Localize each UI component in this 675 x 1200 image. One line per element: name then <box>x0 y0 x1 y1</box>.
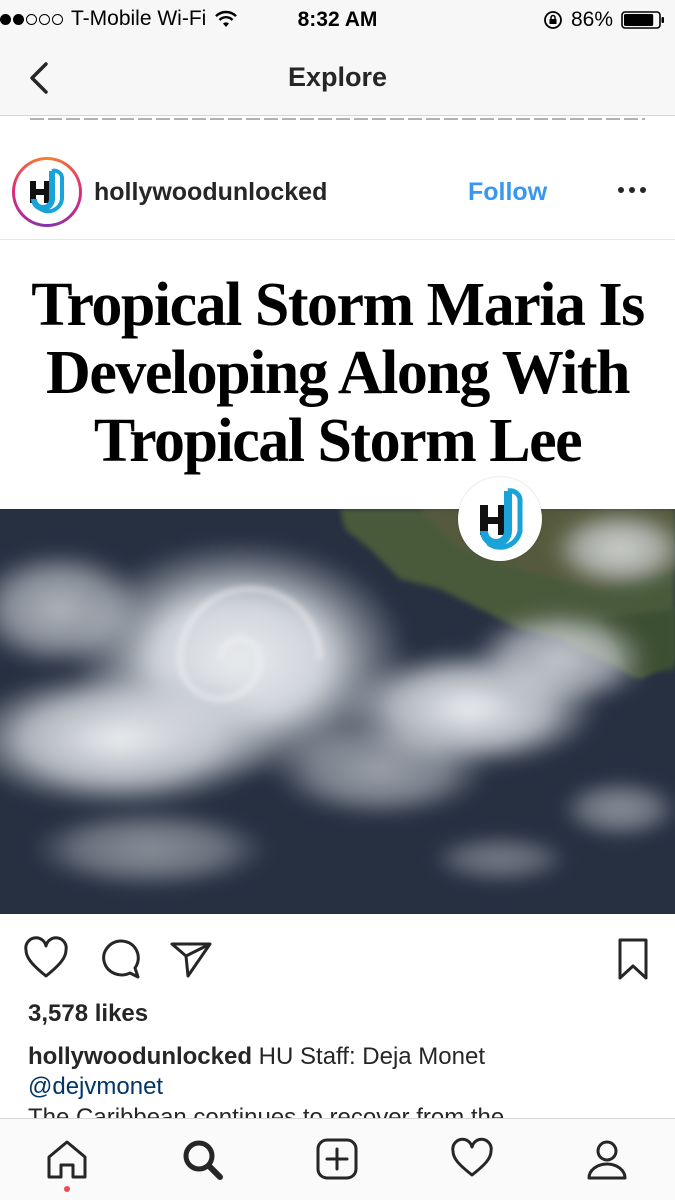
notification-dot <box>64 1186 70 1192</box>
home-icon[interactable] <box>45 1137 89 1181</box>
hu-watermark-logo <box>458 477 542 561</box>
search-icon[interactable] <box>180 1137 224 1181</box>
status-right: 86% <box>543 8 665 32</box>
caption-text: HU Staff: Deja Monet <box>252 1043 486 1070</box>
comment-icon[interactable] <box>97 936 143 982</box>
nav-bar: Explore <box>0 40 675 116</box>
heart-icon[interactable] <box>23 936 69 982</box>
send-icon[interactable] <box>168 936 214 982</box>
bookmark-icon[interactable] <box>610 936 656 982</box>
image-headline: Tropical Storm Maria Is Developing Along… <box>0 271 675 475</box>
previous-caption-peek <box>0 116 675 122</box>
battery-icon <box>621 11 664 29</box>
headline-line: Tropical Storm Maria Is <box>31 271 645 339</box>
post-actions <box>0 930 675 990</box>
post-header: hollywoodunlocked Follow <box>0 145 675 240</box>
activity-icon[interactable] <box>450 1137 494 1181</box>
profile-icon[interactable] <box>585 1137 629 1181</box>
battery-percent: 86% <box>570 8 613 31</box>
hu-logo-icon <box>30 168 64 214</box>
status-bar: T-Mobile Wi-Fi 8:32 AM 86% <box>0 0 675 40</box>
avatar[interactable] <box>12 157 82 227</box>
caption: hollywoodunlocked HU Staff: Deja Monet @… <box>28 1042 648 1102</box>
likes-count[interactable]: 3,578 likes <box>28 1000 148 1028</box>
post-username[interactable]: hollywoodunlocked <box>94 178 327 207</box>
add-icon[interactable] <box>315 1137 359 1181</box>
caption-username[interactable]: hollywoodunlocked <box>28 1043 252 1070</box>
rotation-lock-icon <box>544 11 562 29</box>
page-title: Explore <box>287 62 388 92</box>
post-image[interactable]: Tropical Storm Maria Is Developing Along… <box>0 241 675 914</box>
follow-button[interactable]: Follow <box>468 178 547 207</box>
headline-line: Tropical Storm Lee <box>93 407 583 475</box>
headline-line: Developing Along With <box>46 339 630 407</box>
more-dots-icon[interactable] <box>618 183 652 197</box>
tab-bar <box>0 1118 675 1200</box>
caption-mention[interactable]: @dejvmonet <box>28 1072 648 1102</box>
satellite-photo <box>0 509 675 914</box>
